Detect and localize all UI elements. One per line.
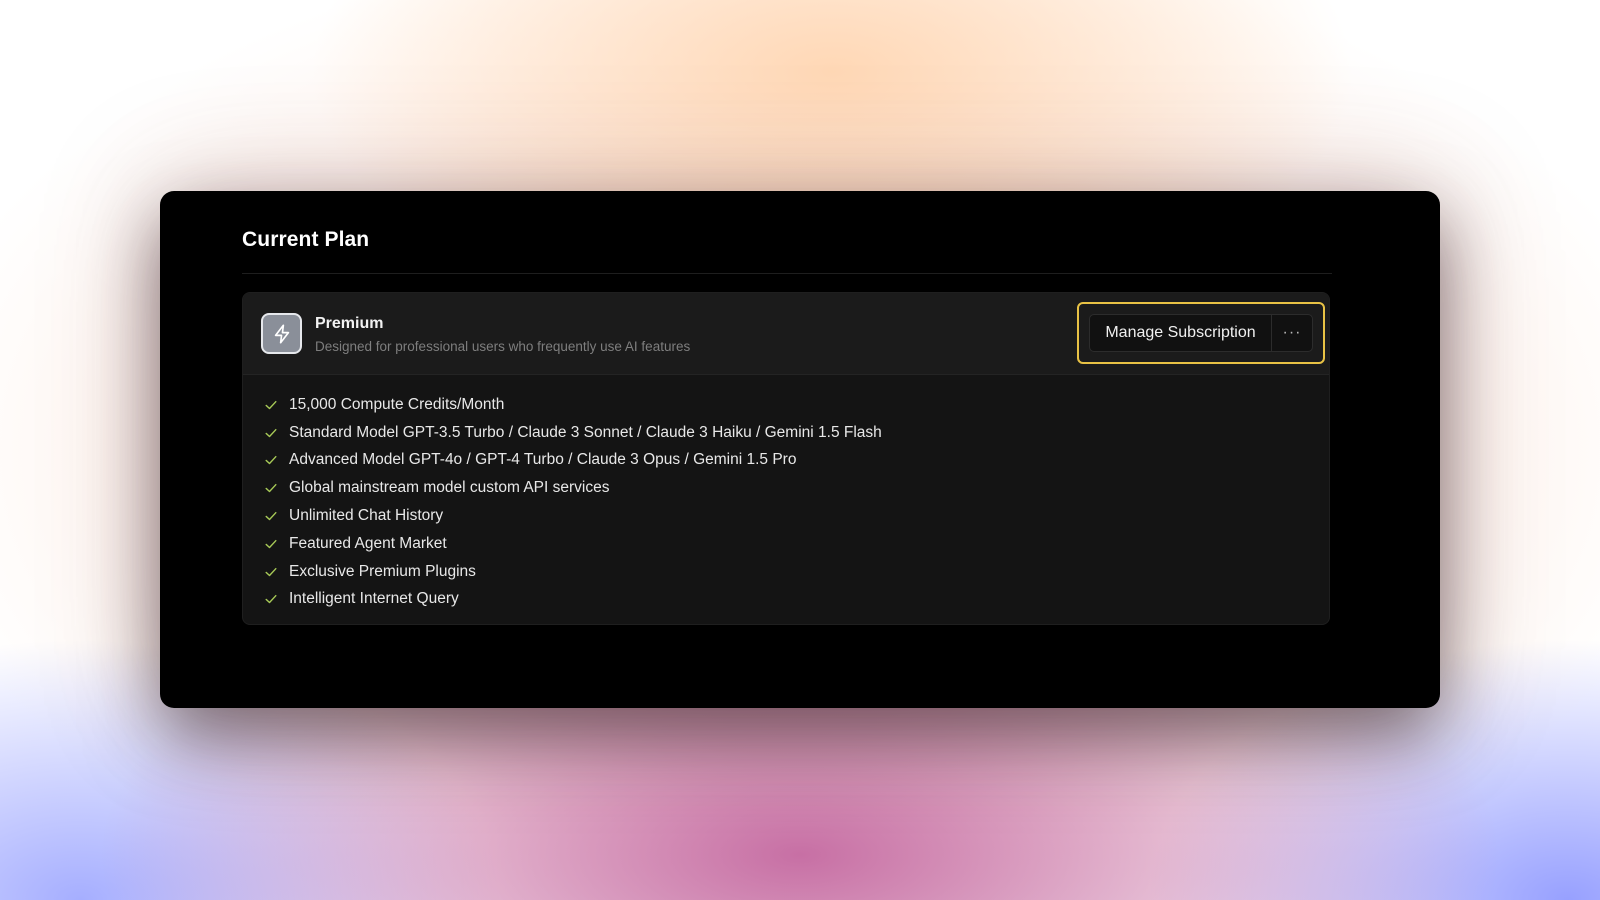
settings-window: Current Plan Premium Designed for profes… [160,191,1440,708]
plan-card: Premium Designed for professional users … [242,292,1330,625]
manage-subscription-button[interactable]: Manage Subscription [1090,315,1272,351]
list-item: 15,000 Compute Credits/Month [263,391,882,419]
plan-header: Premium Designed for professional users … [243,293,1329,375]
feature-label: Intelligent Internet Query [289,590,459,608]
list-item: Unlimited Chat History [263,502,882,530]
feature-label: Standard Model GPT-3.5 Turbo / Claude 3 … [289,423,882,441]
title-divider [242,273,1332,274]
plan-name: Premium [315,315,384,332]
feature-label: Featured Agent Market [289,534,447,552]
checkmark-icon [263,480,279,496]
feature-list: 15,000 Compute Credits/Month Standard Mo… [263,391,882,613]
list-item: Standard Model GPT-3.5 Turbo / Claude 3 … [263,419,882,447]
checkmark-icon [263,536,279,552]
manage-subscription-highlight: Manage Subscription ··· [1077,302,1325,364]
checkmark-icon [263,508,279,524]
checkmark-icon [263,452,279,468]
list-item: Exclusive Premium Plugins [263,558,882,586]
plan-description: Designed for professional users who freq… [315,339,691,354]
list-item: Featured Agent Market [263,530,882,558]
list-item: Intelligent Internet Query [263,586,882,614]
more-options-button[interactable]: ··· [1272,315,1312,351]
feature-label: Unlimited Chat History [289,507,444,525]
list-item: Global mainstream model custom API servi… [263,474,882,502]
lightning-bolt-icon [261,313,302,354]
feature-label: Exclusive Premium Plugins [289,562,476,580]
checkmark-icon [263,591,279,607]
feature-label: 15,000 Compute Credits/Month [289,395,505,413]
feature-label: Advanced Model GPT-4o / GPT-4 Turbo / Cl… [289,451,797,469]
manage-subscription-group: Manage Subscription ··· [1089,314,1313,352]
feature-label: Global mainstream model custom API servi… [289,479,610,497]
checkmark-icon [263,564,279,580]
checkmark-icon [263,425,279,441]
list-item: Advanced Model GPT-4o / GPT-4 Turbo / Cl… [263,447,882,475]
checkmark-icon [263,397,279,413]
page-title: Current Plan [242,228,370,251]
